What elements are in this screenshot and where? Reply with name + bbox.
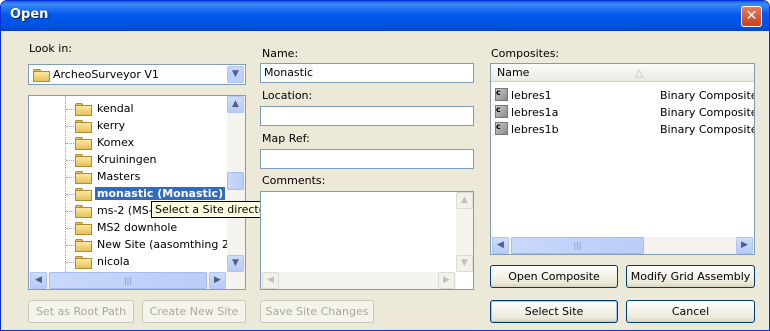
tree-item-label: Komex xyxy=(97,136,135,149)
look-in-label: Look in: xyxy=(29,42,72,55)
column-header-name[interactable]: Name xyxy=(497,66,529,79)
list-item[interactable]: c lebres1 Binary Composite xyxy=(495,88,755,103)
scroll-down-icon[interactable]: ▼ xyxy=(227,255,244,272)
dialog-title: Open xyxy=(10,7,49,22)
folder-icon xyxy=(75,239,92,252)
tree-line xyxy=(65,96,66,274)
scroll-right-icon[interactable]: ▶ xyxy=(438,272,455,289)
list-header: Name △ xyxy=(491,64,754,82)
folder-icon xyxy=(33,69,50,82)
scroll-thumb[interactable]: ||| xyxy=(511,237,644,254)
composite-type: Binary Composite xyxy=(660,89,755,102)
composite-type: Binary Composite xyxy=(660,106,755,119)
location-label: Location: xyxy=(262,89,313,102)
list-item[interactable]: c lebres1b Binary Composite xyxy=(495,122,755,137)
composite-type: Binary Composite xyxy=(660,123,755,136)
name-input[interactable]: Monastic xyxy=(260,63,474,83)
save-site-changes-button[interactable]: Save Site Changes xyxy=(260,300,374,323)
cancel-button[interactable]: Cancel xyxy=(626,300,755,323)
folder-icon xyxy=(75,120,92,133)
tree-item-label: kerry xyxy=(97,119,126,132)
scroll-up-icon[interactable]: ▲ xyxy=(456,192,473,209)
modify-grid-assembly-button[interactable]: Modify Grid Assembly xyxy=(626,265,755,288)
tree-item-label: MS2 downhole xyxy=(97,221,178,234)
sort-icon: △ xyxy=(635,66,644,79)
tree-item-label: nicola xyxy=(97,255,130,268)
composite-name: lebres1a xyxy=(511,106,559,119)
comments-vertical-scrollbar[interactable]: ▲ ▼ xyxy=(456,192,473,272)
tree-item-label: Kruiningen xyxy=(97,153,157,166)
composite-icon: c xyxy=(495,88,508,101)
open-composite-button[interactable]: Open Composite xyxy=(490,265,618,288)
scroll-thumb[interactable]: ||| xyxy=(49,272,207,289)
folder-icon xyxy=(75,256,92,269)
folder-icon xyxy=(75,154,92,167)
tree-vertical-scrollbar[interactable]: ▲ ▼ xyxy=(227,96,245,272)
chevron-down-icon[interactable]: ▼ xyxy=(227,66,244,83)
composite-name: lebres1b xyxy=(511,123,559,136)
name-label: Name: xyxy=(262,47,299,60)
tree-item-label: kendal xyxy=(97,102,134,115)
folder-icon xyxy=(75,137,92,150)
composite-icon: c xyxy=(495,105,508,118)
tree-horizontal-scrollbar[interactable]: ◀ ||| ▶ xyxy=(29,272,245,289)
scroll-left-icon[interactable]: ◀ xyxy=(30,272,47,289)
scroll-right-icon[interactable]: ▶ xyxy=(209,272,226,289)
create-new-site-button[interactable]: Create New Site xyxy=(142,300,246,323)
close-button[interactable]: ✕ xyxy=(741,6,762,27)
map-ref-label: Map Ref: xyxy=(262,132,310,145)
comments-label: Comments: xyxy=(262,174,326,187)
select-site-button[interactable]: Select Site xyxy=(490,300,618,323)
scroll-thumb[interactable] xyxy=(227,172,244,190)
scroll-down-icon[interactable]: ▼ xyxy=(456,255,473,272)
look-in-value: ArcheoSurveyor V1 xyxy=(53,68,159,81)
folder-icon xyxy=(75,222,92,235)
comments-horizontal-scrollbar[interactable]: ◀ ▶ xyxy=(261,272,456,289)
set-root-path-button[interactable]: Set as Root Path xyxy=(28,300,134,323)
map-ref-input[interactable] xyxy=(260,149,474,169)
composites-label: Composites: xyxy=(491,47,560,60)
composite-icon: c xyxy=(495,122,508,135)
composite-name: lebres1 xyxy=(511,89,552,102)
folder-icon xyxy=(75,103,92,116)
look-in-combo[interactable]: ArcheoSurveyor V1 ▼ xyxy=(28,64,246,85)
title-bar[interactable]: Open ✕ xyxy=(1,1,769,31)
tree-item-label: monastic (Monastic) xyxy=(95,187,226,200)
folder-icon xyxy=(75,171,92,184)
site-tree[interactable]: kendal kerry Komex Kruiningen Masters mo… xyxy=(28,95,246,290)
scroll-up-icon[interactable]: ▲ xyxy=(227,96,244,113)
comments-textarea[interactable]: ▲ ▼ ◀ ▶ xyxy=(260,191,474,290)
composites-list[interactable]: Name △ c lebres1 Binary Composite c lebr… xyxy=(490,63,755,255)
list-item[interactable]: c lebres1a Binary Composite xyxy=(495,105,755,120)
tree-item-label: Masters xyxy=(97,170,141,183)
scroll-right-icon[interactable]: ▶ xyxy=(736,237,753,254)
folder-icon xyxy=(75,205,92,218)
folder-icon xyxy=(75,188,92,201)
tree-item-label: New Site (aasomthing 2) xyxy=(97,238,234,251)
location-input[interactable] xyxy=(260,106,474,126)
open-dialog: Open ✕ Look in: ArcheoSurveyor V1 ▼ kend… xyxy=(0,0,770,331)
scroll-left-icon[interactable]: ◀ xyxy=(492,237,509,254)
composites-horizontal-scrollbar[interactable]: ◀ ||| ▶ xyxy=(491,237,754,254)
scroll-left-icon[interactable]: ◀ xyxy=(262,272,279,289)
